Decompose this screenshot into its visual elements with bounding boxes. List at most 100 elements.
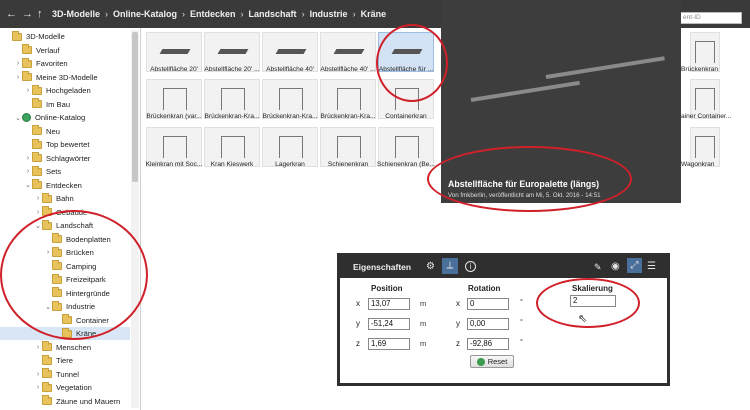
tree-item[interactable]: Top bewertet — [0, 138, 130, 151]
axis-label-y: y — [356, 319, 360, 328]
tree-item[interactable]: › Hochgeladen — [0, 84, 130, 97]
position-header: Position — [371, 284, 403, 293]
expand-arrow-icon[interactable]: › — [24, 168, 32, 175]
breadcrumb-separator: › — [352, 9, 356, 19]
tree-item[interactable]: › Schlagwörter — [0, 152, 130, 165]
rotation-z-field[interactable]: -92,86 — [467, 338, 509, 350]
position-y-field[interactable]: -51,24 — [368, 318, 410, 330]
expand-arrow-icon[interactable]: ⌄ — [24, 181, 32, 189]
expand-arrow-icon[interactable]: › — [14, 74, 22, 81]
model-label[interactable]: Wagonkran — [681, 161, 741, 168]
expand-arrow-icon[interactable]: › — [34, 195, 42, 202]
folder-icon — [32, 125, 42, 135]
gear-icon[interactable]: ⚙ — [426, 261, 435, 273]
search-input[interactable]: ent-ID — [680, 12, 742, 24]
breadcrumb-item[interactable]: 3D-Modelle — [52, 9, 100, 19]
tree-item[interactable]: › Vegetation — [0, 381, 130, 394]
tree-scrollbar-thumb[interactable] — [132, 32, 138, 182]
tree-item[interactable]: › Tunnel — [0, 368, 130, 381]
tree-item[interactable]: › Bahn — [0, 192, 130, 205]
model-label[interactable]: Schienenkran (Be... — [376, 161, 436, 168]
tree-item[interactable]: Neu — [0, 125, 130, 138]
expand-arrow-icon[interactable]: ⌄ — [14, 114, 22, 122]
model-preview-icon — [217, 49, 249, 54]
model-label[interactable]: Kran Kieswerk — [202, 161, 262, 168]
model-label[interactable]: Brückenkran-Kra... — [318, 113, 378, 120]
model-preview-icon — [275, 49, 307, 54]
position-z-field[interactable]: 1,69 — [368, 338, 410, 350]
model-label[interactable]: Brückenkran (var... — [144, 113, 204, 120]
expand-arrow-icon[interactable]: › — [34, 344, 42, 351]
model-label[interactable]: Abstellfläche 20' — [144, 66, 204, 73]
tree-item[interactable]: Im Bau — [0, 98, 130, 111]
annotation-circle — [427, 146, 632, 212]
properties-title: Eigenschaften — [353, 262, 412, 272]
tree-item[interactable]: Verlauf — [0, 44, 130, 57]
rotation-y-field[interactable]: 0,00 — [467, 318, 509, 330]
crane-model-icon — [395, 136, 419, 158]
model-label[interactable]: Brückenkran-Kra... — [202, 113, 262, 120]
model-label[interactable]: Containerkran — [376, 113, 436, 120]
pin-icon[interactable]: ✎ — [594, 261, 602, 273]
tree-item-label: Online-Katalog — [35, 113, 86, 122]
axis-label-y: y — [456, 319, 460, 328]
model-label[interactable]: Lagerkran — [260, 161, 320, 168]
expand-arrow-icon[interactable]: › — [24, 155, 32, 162]
tree-item[interactable]: Tiere — [0, 354, 130, 367]
model-label[interactable]: Schienenkran — [318, 161, 378, 168]
crane-model-icon — [221, 136, 245, 158]
tree-item[interactable]: › Menschen — [0, 341, 130, 354]
tree-item[interactable]: 3D-Modelle — [0, 30, 130, 43]
model-label[interactable]: Abstellfläche 20' ... — [202, 66, 262, 73]
axis-label-z: z — [356, 339, 360, 348]
crane-model-icon — [695, 88, 715, 110]
model-preview-icon — [333, 49, 365, 54]
tree-item[interactable]: ⌄ Entdecken — [0, 179, 130, 192]
breadcrumb-item[interactable]: Landschaft — [249, 9, 297, 19]
expand-arrow-icon[interactable]: › — [34, 384, 42, 391]
annotation-circle — [0, 210, 148, 340]
up-arrow-icon[interactable]: ↑ — [37, 8, 43, 20]
model-label[interactable]: Brückenkran — [681, 66, 741, 73]
reset-button[interactable]: Reset — [470, 355, 514, 368]
rotation-x-field[interactable]: 0 — [467, 298, 509, 310]
tree-item[interactable]: Zäune und Mauern — [0, 395, 130, 408]
tree-item-label: Zäune und Mauern — [56, 396, 121, 406]
link-icon[interactable]: ⤢ — [627, 258, 642, 273]
tree-item-label: Meine 3D-Modelle — [36, 72, 98, 82]
tree-item[interactable]: › Favoriten — [0, 57, 130, 70]
tree-item-label: Favoriten — [36, 59, 68, 68]
tree-item[interactable]: › Sets — [0, 165, 130, 178]
folder-icon — [42, 192, 52, 203]
expand-arrow-icon[interactable]: › — [24, 87, 32, 94]
position-x-field[interactable]: 13,07 — [368, 298, 410, 310]
model-label[interactable]: Brückenkran-Kra... — [260, 113, 320, 120]
breadcrumb-item[interactable]: Entdecken — [190, 9, 236, 19]
folder-icon — [22, 71, 32, 81]
tree-item[interactable]: ⌄ Online-Katalog — [0, 111, 130, 124]
back-arrow-icon[interactable]: ← — [6, 8, 17, 20]
tree-item[interactable]: › Meine 3D-Modelle — [0, 71, 130, 84]
info-icon[interactable]: i — [465, 261, 476, 272]
model-label[interactable]: Abstellfläche 40' ... — [318, 66, 378, 73]
expand-arrow-icon[interactable]: › — [34, 209, 42, 216]
unit-label: ° — [520, 337, 523, 346]
tree-item-label: Top bewertet — [46, 140, 90, 149]
folder-icon — [42, 341, 52, 351]
folder-icon — [42, 368, 52, 378]
transform-icon[interactable]: ⟂ — [442, 258, 458, 274]
model-label[interactable]: Kleinkran mit Soc... — [144, 161, 204, 168]
expand-arrow-icon[interactable]: › — [34, 371, 42, 378]
model-label[interactable]: ainer Container... — [681, 113, 741, 120]
expand-arrow-icon[interactable]: › — [14, 60, 22, 67]
forward-arrow-icon[interactable]: → — [22, 8, 33, 20]
breadcrumb-item[interactable]: Industrie — [310, 9, 348, 19]
crane-model-icon — [163, 88, 187, 110]
model-label[interactable]: Abstellfläche 40' — [260, 66, 320, 73]
crane-model-icon — [221, 88, 245, 110]
breadcrumb-item[interactable]: Kräne — [361, 9, 387, 19]
eye-icon[interactable]: ◉ — [611, 261, 620, 273]
annotation-circle — [536, 278, 640, 328]
breadcrumb-item[interactable]: Online-Katalog — [113, 9, 177, 19]
menu-icon[interactable]: ☰ — [647, 261, 656, 273]
